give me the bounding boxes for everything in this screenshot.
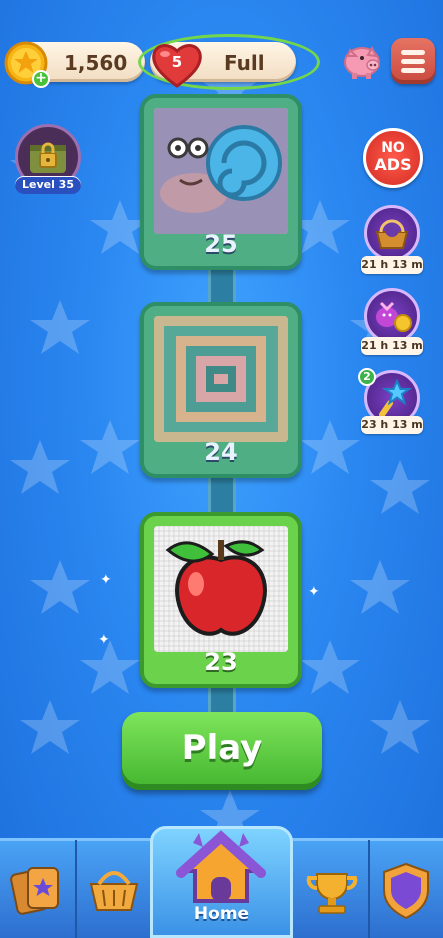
home-tab-label: Home [193,904,250,924]
menu-button[interactable] [391,38,435,84]
candy-event-icon[interactable] [364,288,420,344]
coin-amount: 1,560 [64,51,128,75]
nav-shop-tab[interactable] [77,838,150,938]
spiral-puzzle-thumbnail [154,316,288,442]
sparkle-icon: ✦ [100,572,112,588]
no-ads-line2: ADS [374,155,412,174]
player-level-label: Level 35 [15,176,81,194]
level-card-24[interactable]: 24 [140,302,302,478]
level-number: 24 [204,438,238,466]
basket-icon [89,871,139,911]
event-count-badge: 2 [358,368,376,386]
lives-count: 5 [171,53,183,71]
event-timer-3: 23 h 13 m [361,416,423,434]
level-card-25[interactable]: 25 [140,94,302,270]
home-icon [176,830,266,903]
basket-event-icon[interactable] [364,205,420,261]
no-ads-button[interactable]: NO ADS [363,128,423,188]
piggy-bank-icon[interactable] [340,38,384,82]
no-ads-line1: NO [381,140,405,156]
sparkle-icon: ✦ [308,584,320,600]
add-coins-plus-icon[interactable]: + [32,70,50,88]
nav-collection-tab[interactable] [0,838,75,938]
event-timer-2: 21 h 13 m [361,337,423,355]
snail-puzzle-thumbnail [154,108,288,234]
nav-leaderboard-tab[interactable] [295,838,368,938]
apple-puzzle-thumbnail [154,526,288,652]
level-card-23[interactable]: 23 [140,512,302,688]
cards-icon [10,867,59,915]
level-number: 23 [204,648,238,676]
sparkle-icon: ✦ [98,632,110,648]
event-timer-1: 21 h 13 m [361,256,423,274]
play-button[interactable]: Play [122,712,322,790]
trophy-icon [306,873,358,914]
shield-icon [383,862,429,920]
level-number: 25 [204,230,238,258]
nav-team-tab[interactable] [370,838,443,938]
